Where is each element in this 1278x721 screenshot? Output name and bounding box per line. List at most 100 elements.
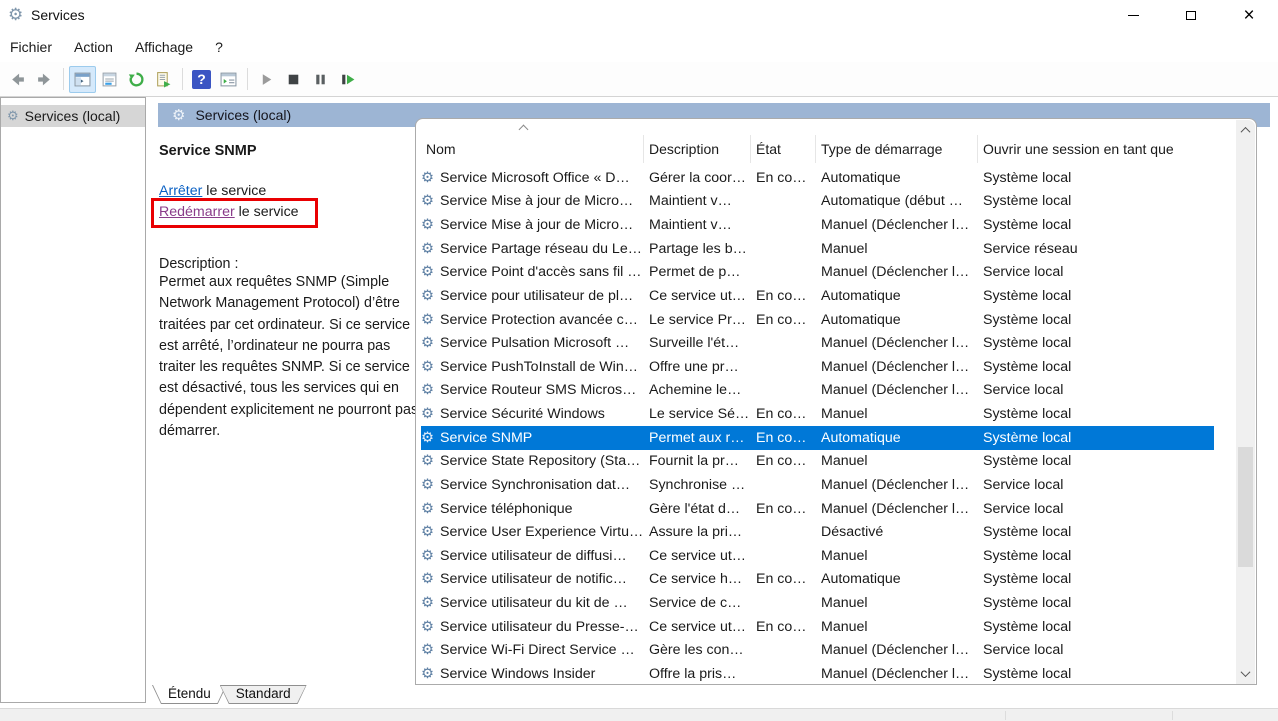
tab-etendu[interactable]: Étendu: [152, 685, 227, 704]
maximize-button[interactable]: [1162, 0, 1220, 31]
column-header-ouvrir-session[interactable]: Ouvrir une session en tant que: [978, 135, 1209, 163]
service-startup-type: Manuel: [816, 453, 978, 469]
table-row[interactable]: ⚙ Service Mise à jour de Micro… Maintien…: [421, 190, 1214, 214]
service-startup-type: Manuel (Déclencher l…: [816, 335, 978, 351]
forward-button[interactable]: [31, 66, 58, 93]
show-console-tree-button[interactable]: [69, 66, 96, 93]
service-name-cell: ⚙ Service pour utilisateur de pl…: [421, 288, 644, 304]
service-description: Permet de p…: [644, 264, 751, 280]
scroll-up-button[interactable]: [1236, 122, 1255, 139]
service-description: Ce service ut…: [644, 288, 751, 304]
table-row[interactable]: ⚙ Service SNMP Permet aux r… En co… Auto…: [421, 426, 1214, 450]
service-state: En co…: [751, 571, 816, 587]
column-header-nom[interactable]: Nom: [416, 135, 644, 163]
restart-service-button[interactable]: [334, 66, 361, 93]
pause-service-button[interactable]: [307, 66, 334, 93]
description-label: Description :: [159, 256, 421, 272]
tab-standard[interactable]: Standard: [220, 685, 307, 704]
service-startup-type: Manuel (Déclencher l…: [816, 666, 978, 682]
table-row[interactable]: ⚙ Service Synchronisation dat… Synchroni…: [421, 473, 1214, 497]
service-gear-icon: ⚙: [421, 241, 434, 257]
table-row[interactable]: ⚙ Service Mise à jour de Micro… Maintien…: [421, 213, 1214, 237]
table-row[interactable]: ⚙ Service utilisateur de diffusi… Ce ser…: [421, 544, 1214, 568]
service-description: Partage les b…: [644, 241, 751, 257]
menu-fichier[interactable]: Fichier: [10, 35, 63, 59]
service-description: Gère l'état d…: [644, 501, 751, 517]
stop-service-line: Arrêter le service: [159, 181, 421, 202]
table-row[interactable]: ⚙ Service Protection avancée c… Le servi…: [421, 308, 1214, 332]
table-row[interactable]: ⚙ Service utilisateur de notific… Ce ser…: [421, 568, 1214, 592]
service-gear-icon: ⚙: [421, 666, 434, 682]
refresh-button[interactable]: [123, 66, 150, 93]
service-name: Service Microsoft Office « D…: [440, 170, 630, 186]
menu-affichage[interactable]: Affichage: [124, 35, 204, 59]
table-row[interactable]: ⚙ Service Partage réseau du Le… Partage …: [421, 237, 1214, 261]
service-startup-type: Automatique: [816, 288, 978, 304]
table-row[interactable]: ⚙ Service User Experience Virtu… Assure …: [421, 520, 1214, 544]
extended-view-button[interactable]: [215, 66, 242, 93]
help-button[interactable]: ?: [188, 66, 215, 93]
menu-action[interactable]: Action: [63, 35, 124, 59]
back-button[interactable]: [4, 66, 31, 93]
service-logon-as: Système local: [978, 453, 1214, 469]
stop-service-link[interactable]: Arrêter: [159, 183, 202, 199]
service-name-cell: ⚙ Service Windows Insider: [421, 666, 644, 682]
column-header-description[interactable]: Description: [644, 135, 751, 163]
service-state: En co…: [751, 453, 816, 469]
service-name: Service Wi-Fi Direct Service …: [440, 642, 635, 658]
properties-button[interactable]: [96, 66, 123, 93]
table-row[interactable]: ⚙ Service State Repository (Sta… Fournit…: [421, 450, 1214, 474]
service-startup-type: Manuel: [816, 595, 978, 611]
service-name-cell: ⚙ Service User Experience Virtu…: [421, 524, 644, 540]
services-list-panel: Nom Description État Type de démarrage O…: [415, 118, 1257, 685]
vertical-scrollbar[interactable]: [1236, 120, 1255, 684]
table-row[interactable]: ⚙ Service Point d'accès sans fil … Perme…: [421, 261, 1214, 285]
menu-help[interactable]: ?: [204, 35, 234, 59]
service-logon-as: Service local: [978, 382, 1214, 398]
column-header-type-demarrage[interactable]: Type de démarrage: [816, 135, 978, 163]
service-gear-icon: ⚙: [421, 619, 434, 635]
service-gear-icon: ⚙: [421, 359, 434, 375]
service-rows: ⚙ Service Microsoft Office « D… Gérer la…: [421, 166, 1214, 685]
table-row[interactable]: ⚙ Service Windows Insider Offre la pris……: [421, 662, 1214, 685]
service-gear-icon: ⚙: [421, 477, 434, 493]
scrollbar-thumb[interactable]: [1238, 447, 1253, 567]
service-startup-type: Automatique: [816, 170, 978, 186]
table-row[interactable]: ⚙ Service Routeur SMS Micros… Achemine l…: [421, 379, 1214, 403]
table-row[interactable]: ⚙ Service Pulsation Microsoft … Surveill…: [421, 331, 1214, 355]
service-logon-as: Système local: [978, 595, 1214, 611]
table-row[interactable]: ⚙ Service utilisateur du kit de … Servic…: [421, 591, 1214, 615]
service-state: En co…: [751, 619, 816, 635]
table-row[interactable]: ⚙ Service téléphonique Gère l'état d… En…: [421, 497, 1214, 521]
table-row[interactable]: ⚙ Service pour utilisateur de pl… Ce ser…: [421, 284, 1214, 308]
service-gear-icon: ⚙: [421, 524, 434, 540]
service-name-cell: ⚙ Service Partage réseau du Le…: [421, 241, 644, 257]
sidebar-item-services-local[interactable]: ⚙ Services (local): [1, 105, 145, 127]
service-description: Permet aux r…: [644, 430, 751, 446]
minimize-button[interactable]: [1104, 0, 1162, 31]
close-button[interactable]: ×: [1220, 0, 1278, 31]
service-startup-type: Manuel (Déclencher l…: [816, 382, 978, 398]
service-name: Service User Experience Virtu…: [440, 524, 643, 540]
service-description: Maintient v…: [644, 217, 751, 233]
service-logon-as: Système local: [978, 548, 1214, 564]
export-list-button[interactable]: [150, 66, 177, 93]
service-name-cell: ⚙ Service utilisateur du kit de …: [421, 595, 644, 611]
details-area: ⚙ Services (local) Service SNMP Arrêter …: [150, 97, 1278, 708]
table-row[interactable]: ⚙ Service PushToInstall de Win… Offre un…: [421, 355, 1214, 379]
minimize-icon: [1128, 15, 1139, 16]
scroll-down-button[interactable]: [1236, 665, 1255, 682]
service-state: En co…: [751, 406, 816, 422]
table-row[interactable]: ⚙ Service Wi-Fi Direct Service … Gère le…: [421, 639, 1214, 663]
start-service-button[interactable]: [253, 66, 280, 93]
column-header-etat[interactable]: État: [751, 135, 816, 163]
table-row[interactable]: ⚙ Service utilisateur du Presse-… Ce ser…: [421, 615, 1214, 639]
service-name: Service Point d'accès sans fil …: [440, 264, 641, 280]
stop-service-button[interactable]: [280, 66, 307, 93]
table-row[interactable]: ⚙ Service Sécurité Windows Le service Sé…: [421, 402, 1214, 426]
stop-icon: [285, 71, 302, 88]
service-name: Service Mise à jour de Micro…: [440, 193, 633, 209]
table-row[interactable]: ⚙ Service Microsoft Office « D… Gérer la…: [421, 166, 1214, 190]
restart-service-link[interactable]: Redémarrer: [159, 204, 235, 220]
properties-icon: [101, 71, 118, 88]
